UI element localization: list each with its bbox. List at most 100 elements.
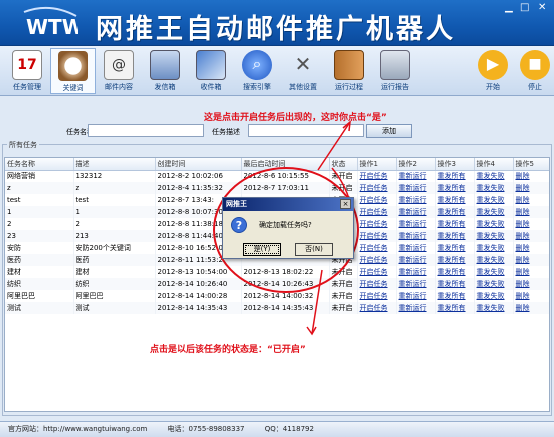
- action-link[interactable]: 重发所有: [435, 182, 475, 194]
- table-cell: 纺织: [73, 278, 156, 290]
- action-link[interactable]: 重新运行: [396, 254, 436, 266]
- add-task-button[interactable]: 添加: [366, 124, 412, 138]
- column-header[interactable]: 操作5: [513, 158, 549, 171]
- action-link[interactable]: 重新运行: [396, 182, 436, 194]
- action-link[interactable]: 删除: [513, 230, 549, 242]
- action-link[interactable]: 重发所有: [435, 242, 475, 254]
- close-icon[interactable]: ✕: [538, 2, 546, 13]
- action-link[interactable]: 开启任务: [357, 206, 397, 218]
- toolbar-run-process[interactable]: 运行过程: [326, 48, 372, 94]
- action-link[interactable]: 开启任务: [357, 254, 397, 266]
- dialog-yes-button[interactable]: 是(Y): [243, 243, 281, 256]
- table-cell: 测试: [73, 302, 156, 314]
- action-link[interactable]: 重发所有: [435, 254, 475, 266]
- action-link[interactable]: 重新运行: [396, 218, 436, 230]
- action-link[interactable]: 开启任务: [357, 278, 397, 290]
- toolbar-inbox[interactable]: 收件箱: [188, 48, 234, 94]
- action-link[interactable]: 重发失败: [474, 170, 514, 182]
- dialog-close-icon[interactable]: ×: [340, 199, 351, 209]
- action-link[interactable]: 重发失败: [474, 242, 514, 254]
- action-link[interactable]: 重发所有: [435, 302, 475, 314]
- action-link[interactable]: 开启任务: [357, 302, 397, 314]
- action-link[interactable]: 删除: [513, 254, 549, 266]
- action-link[interactable]: 删除: [513, 278, 549, 290]
- play-icon: ▶: [478, 50, 508, 80]
- action-link[interactable]: 开启任务: [357, 266, 397, 278]
- action-link[interactable]: 删除: [513, 266, 549, 278]
- action-link[interactable]: 重新运行: [396, 266, 436, 278]
- action-link[interactable]: 重新运行: [396, 278, 436, 290]
- action-link[interactable]: 开启任务: [357, 194, 397, 206]
- toolbar-mail-content[interactable]: @ 邮件内容: [96, 48, 142, 94]
- action-link[interactable]: 重发失败: [474, 254, 514, 266]
- toolbar-run-report[interactable]: 运行报告: [372, 48, 418, 94]
- table-row: z z 2012-8-4 11:35:32 2012-8-7 17:03:11 未开启开…: [5, 182, 549, 194]
- action-link[interactable]: 重新运行: [396, 206, 436, 218]
- toolbar-other-settings[interactable]: ✕ 其他设置: [280, 48, 326, 94]
- action-link[interactable]: 重新运行: [396, 302, 436, 314]
- action-link[interactable]: 重发失败: [474, 194, 514, 206]
- column-header[interactable]: 最后启动时间: [241, 158, 330, 171]
- column-header[interactable]: 操作4: [474, 158, 514, 171]
- action-link[interactable]: 删除: [513, 302, 549, 314]
- action-link[interactable]: 开启任务: [357, 170, 397, 182]
- action-link[interactable]: 重发所有: [435, 266, 475, 278]
- action-link[interactable]: 开启任务: [357, 290, 397, 302]
- status-website[interactable]: 官方网站：http://www.wangtuiwang.com: [8, 425, 147, 433]
- dialog-no-button[interactable]: 否(N): [295, 243, 333, 256]
- action-link[interactable]: 删除: [513, 242, 549, 254]
- toolbar-search-engine[interactable]: ⌕ 搜索引擎: [234, 48, 280, 94]
- action-link[interactable]: 重新运行: [396, 194, 436, 206]
- mail-content-icon: @: [104, 50, 134, 80]
- action-link[interactable]: 删除: [513, 182, 549, 194]
- action-link[interactable]: 重发所有: [435, 230, 475, 242]
- action-link[interactable]: 重发失败: [474, 266, 514, 278]
- task-name-input[interactable]: [88, 124, 204, 137]
- action-link[interactable]: 删除: [513, 194, 549, 206]
- toolbar-start-button[interactable]: ▶ 开始: [470, 48, 516, 94]
- column-header[interactable]: 操作3: [435, 158, 475, 171]
- action-link[interactable]: 重发失败: [474, 218, 514, 230]
- task-desc-input[interactable]: [248, 124, 364, 137]
- toolbar-stop-button[interactable]: ■ 停止: [512, 48, 554, 94]
- action-link[interactable]: 重发所有: [435, 278, 475, 290]
- action-link[interactable]: 删除: [513, 170, 549, 182]
- tools-icon: ✕: [294, 52, 312, 76]
- column-header[interactable]: 操作2: [396, 158, 436, 171]
- action-link[interactable]: 重新运行: [396, 170, 436, 182]
- action-link[interactable]: 删除: [513, 206, 549, 218]
- action-link[interactable]: 重发所有: [435, 290, 475, 302]
- action-link[interactable]: 重发失败: [474, 278, 514, 290]
- toolbar-outbox[interactable]: 发信箱: [142, 48, 188, 94]
- title-bar: WTW 网推王自动邮件推广机器人 ▁ □ ✕: [0, 0, 554, 46]
- action-link[interactable]: 重发失败: [474, 230, 514, 242]
- action-link[interactable]: 重发失败: [474, 206, 514, 218]
- column-header[interactable]: 描述: [73, 158, 156, 171]
- minimize-icon[interactable]: ▁: [505, 2, 513, 13]
- stop-icon: ■: [520, 50, 550, 80]
- column-header[interactable]: 创建时间: [155, 158, 242, 171]
- action-link[interactable]: 开启任务: [357, 230, 397, 242]
- action-link[interactable]: 重新运行: [396, 290, 436, 302]
- action-link[interactable]: 重发失败: [474, 182, 514, 194]
- action-link[interactable]: 重发失败: [474, 290, 514, 302]
- action-link[interactable]: 重发所有: [435, 206, 475, 218]
- group-title: 所有任务: [7, 140, 39, 150]
- column-header[interactable]: 任务名称: [5, 158, 74, 171]
- toolbar-keywords[interactable]: 关键词: [50, 48, 96, 94]
- action-link[interactable]: 开启任务: [357, 242, 397, 254]
- column-header[interactable]: 操作1: [357, 158, 397, 171]
- maximize-icon[interactable]: □: [520, 2, 529, 13]
- action-link[interactable]: 重发所有: [435, 170, 475, 182]
- action-link[interactable]: 删除: [513, 290, 549, 302]
- action-link[interactable]: 重发所有: [435, 194, 475, 206]
- action-link[interactable]: 重发失败: [474, 302, 514, 314]
- action-link[interactable]: 重新运行: [396, 242, 436, 254]
- toolbar-task-manage[interactable]: 17 任务管理: [4, 48, 50, 94]
- action-link[interactable]: 重发所有: [435, 218, 475, 230]
- action-link[interactable]: 开启任务: [357, 218, 397, 230]
- action-link[interactable]: 开启任务: [357, 182, 397, 194]
- column-header[interactable]: 状态: [329, 158, 358, 171]
- action-link[interactable]: 删除: [513, 218, 549, 230]
- action-link[interactable]: 重新运行: [396, 230, 436, 242]
